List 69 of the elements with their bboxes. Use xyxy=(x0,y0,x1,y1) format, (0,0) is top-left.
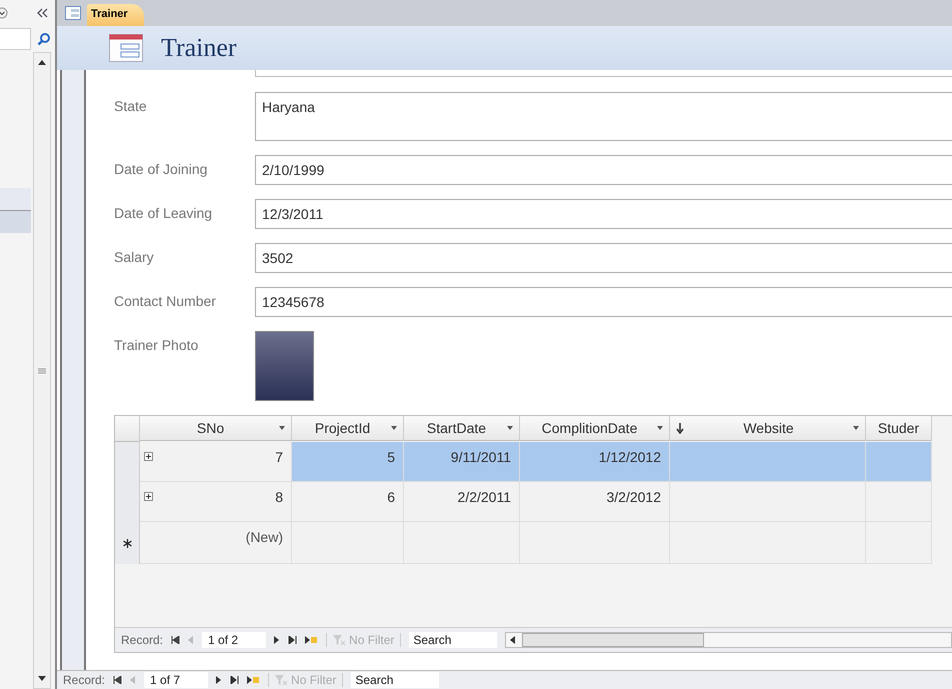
field-label: Date of Joining xyxy=(114,160,208,179)
column-header[interactable]: Website xyxy=(670,416,866,441)
column-header[interactable]: ComplitionDate xyxy=(520,416,670,441)
horizontal-scrollbar[interactable] xyxy=(505,632,952,648)
column-header[interactable]: ProjectId xyxy=(292,416,404,441)
table-cell: 9/11/2011 xyxy=(404,442,520,482)
first-record-icon[interactable] xyxy=(113,676,122,684)
last-record-icon[interactable] xyxy=(288,636,298,644)
expand-icon[interactable] xyxy=(144,492,153,501)
dropdown-arrow-icon[interactable] xyxy=(657,426,663,430)
record-selector[interactable] xyxy=(60,70,86,670)
search-field[interactable] xyxy=(0,28,31,50)
input-field[interactable]: 3502 xyxy=(255,243,952,273)
next-record-icon[interactable] xyxy=(274,636,280,644)
filter-icon xyxy=(275,674,288,686)
field-label: State xyxy=(114,97,148,116)
field-label: Salary xyxy=(114,248,155,267)
input-field[interactable]: 12345678 xyxy=(255,287,952,317)
table-cell xyxy=(866,442,932,482)
filter-icon xyxy=(333,634,346,646)
first-record-icon[interactable] xyxy=(171,636,180,644)
dropdown-arrow-icon[interactable] xyxy=(853,426,859,430)
new-record-cell[interactable]: (New) xyxy=(140,522,292,564)
table-cell: 6 xyxy=(292,482,404,522)
vertical-scrollbar[interactable] xyxy=(33,52,51,689)
photo-placeholder xyxy=(255,331,314,401)
record-label: Record: xyxy=(121,633,164,647)
record-label: Record: xyxy=(63,673,106,687)
scroll-thumb[interactable] xyxy=(522,633,704,647)
field-label: Contact Number xyxy=(114,292,217,311)
table-cell xyxy=(866,482,932,522)
table-cell: 7 xyxy=(140,442,292,482)
record-number-field[interactable]: 1 of 7 xyxy=(144,672,208,688)
table-cell: 8 xyxy=(140,482,292,522)
dropdown-arrow-icon[interactable] xyxy=(507,426,513,430)
search-field[interactable]: Search xyxy=(351,672,440,688)
collapse-icon[interactable] xyxy=(37,8,49,18)
next-record-icon[interactable] xyxy=(216,676,222,684)
dropdown-arrow-icon[interactable] xyxy=(279,426,285,430)
new-record-icon xyxy=(122,538,132,548)
form-icon xyxy=(109,34,143,62)
column-header[interactable]: StartDate xyxy=(404,416,520,441)
input-field[interactable] xyxy=(255,70,952,77)
sort-arrow-icon xyxy=(676,422,684,434)
dropdown-arrow-icon[interactable] xyxy=(391,426,397,430)
document-tab[interactable]: Trainer xyxy=(87,4,144,26)
last-record-icon[interactable] xyxy=(230,676,240,684)
input-field[interactable]: 2/10/1999 xyxy=(255,155,952,185)
form-icon xyxy=(65,6,81,20)
field-label: Date of Leaving xyxy=(114,204,214,223)
new-record-icon[interactable] xyxy=(305,636,318,644)
table-cell: 2/2/2011 xyxy=(404,482,520,522)
form-title: Trainer xyxy=(161,33,237,63)
column-header[interactable]: Studer xyxy=(866,416,932,441)
record-number-field[interactable]: 1 of 2 xyxy=(202,632,266,648)
scroll-grip-icon[interactable] xyxy=(38,368,46,374)
table-cell: 1/12/2012 xyxy=(520,442,670,482)
input-field[interactable]: 12/3/2011 xyxy=(255,199,952,229)
expand-icon[interactable] xyxy=(144,452,153,461)
search-icon[interactable] xyxy=(37,32,51,46)
table-cell: 3/2/2012 xyxy=(520,482,670,522)
input-field[interactable]: Haryana xyxy=(255,92,952,141)
new-record-icon[interactable] xyxy=(247,676,260,684)
scroll-left-icon[interactable] xyxy=(510,636,516,644)
search-field[interactable]: Search xyxy=(409,632,498,648)
select-all-cell[interactable] xyxy=(115,416,140,442)
column-header[interactable]: SNo xyxy=(140,416,292,441)
table-cell: 5 xyxy=(292,442,404,482)
field-label: Trainer Photo xyxy=(114,336,200,355)
